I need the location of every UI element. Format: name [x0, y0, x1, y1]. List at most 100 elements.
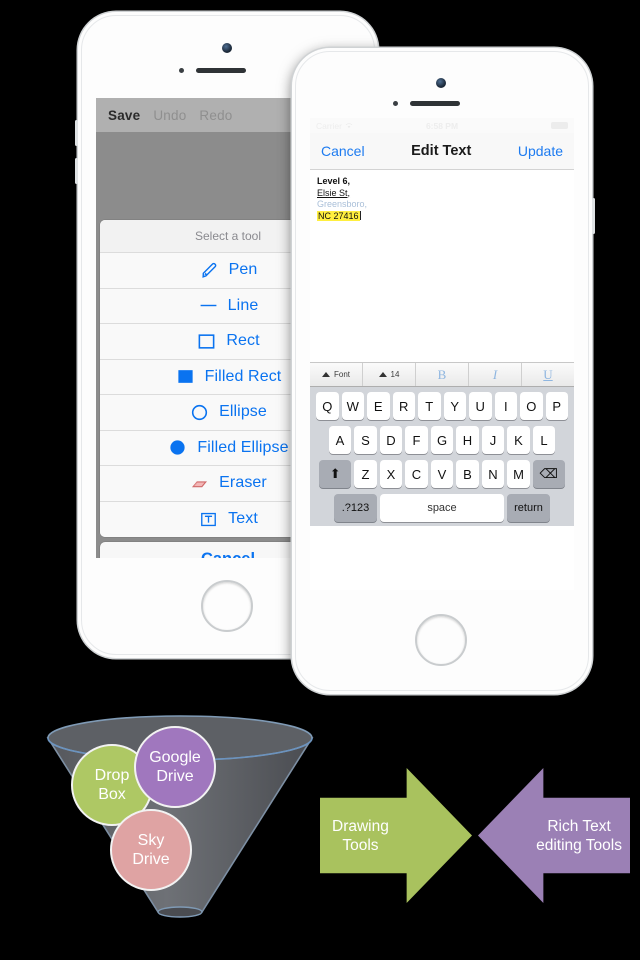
- tool-option-label: Line: [227, 296, 259, 314]
- key-r[interactable]: R: [392, 392, 415, 420]
- key-m[interactable]: M: [507, 460, 530, 488]
- right-phone-earpiece-speaker: [410, 101, 460, 106]
- drawing-tools-arrow-text: Drawing Tools: [332, 817, 389, 855]
- rich-text-tools-arrow-text: Rich Text editing Tools: [536, 817, 622, 855]
- key-t[interactable]: T: [418, 392, 441, 420]
- key-n[interactable]: N: [481, 460, 505, 488]
- keyboard-row-4: .?123 space return: [312, 494, 572, 522]
- key-p[interactable]: P: [545, 392, 568, 420]
- bubble-google-drive[interactable]: Google Drive: [134, 726, 216, 808]
- line-icon: [198, 295, 219, 316]
- filled-rect-icon: [175, 366, 196, 387]
- key-a[interactable]: A: [328, 426, 352, 454]
- tool-option-label: Rect: [226, 332, 260, 350]
- keyboard-row-1: Q W E R T Y U I O P: [312, 392, 572, 420]
- right-phone-screen: Carrier 6:58 PM Cancel Edit Text Update …: [310, 118, 574, 590]
- editor-line-4: NC 27416: [317, 210, 360, 221]
- redo-button[interactable]: Redo: [199, 108, 232, 123]
- drawing-tools-line1: Drawing: [332, 817, 389, 835]
- tool-option-label: Filled Ellipse: [197, 438, 289, 456]
- key-o[interactable]: O: [520, 392, 543, 420]
- key-c[interactable]: C: [405, 460, 428, 488]
- underline-icon: U: [543, 366, 553, 382]
- drawing-tools-line2: Tools: [342, 836, 379, 854]
- space-key[interactable]: space: [380, 494, 504, 522]
- editor-navigation-bar: Cancel Edit Text Update: [310, 133, 574, 170]
- key-v[interactable]: V: [430, 460, 454, 488]
- keyboard-row-3: ⬆ Z X C V B N M ⌫: [312, 460, 572, 488]
- return-key[interactable]: return: [507, 494, 550, 522]
- save-button[interactable]: Save: [108, 108, 140, 123]
- font-picker-button[interactable]: Font: [310, 363, 363, 386]
- bold-button[interactable]: B: [416, 363, 469, 386]
- bubble-sky-drive-line1: Sky: [137, 832, 165, 849]
- key-g[interactable]: G: [430, 426, 454, 454]
- keyboard-row-2: A S D F G H J K L: [312, 426, 572, 454]
- bubble-dropbox-line1: Drop: [94, 767, 130, 784]
- editor-line-4-wrap: NC 27416: [317, 210, 567, 223]
- key-b[interactable]: B: [456, 460, 479, 488]
- left-phone-volume-up-button[interactable]: [75, 120, 78, 146]
- status-bar: Carrier 6:58 PM: [310, 118, 574, 133]
- left-phone-volume-down-button[interactable]: [75, 158, 78, 184]
- editor-line-2: Elsie St,: [317, 187, 351, 198]
- italic-button[interactable]: I: [469, 363, 522, 386]
- editor-line-1: Level 6,: [317, 176, 351, 186]
- key-y[interactable]: Y: [443, 392, 466, 420]
- key-e[interactable]: E: [367, 392, 390, 420]
- font-size-button[interactable]: 14: [363, 363, 416, 386]
- underline-button[interactable]: U: [522, 363, 574, 386]
- update-button[interactable]: Update: [518, 143, 563, 159]
- bold-icon: B: [437, 366, 447, 382]
- font-size-value: 14: [390, 370, 400, 379]
- right-phone-device: Carrier 6:58 PM Cancel Edit Text Update …: [292, 48, 595, 694]
- key-j[interactable]: J: [481, 426, 505, 454]
- key-k[interactable]: K: [507, 426, 530, 454]
- key-d[interactable]: D: [379, 426, 403, 454]
- cloud-storage-funnel-diagram: Drop Box Google Drive Sky Drive: [40, 700, 320, 922]
- filled-ellipse-icon: [167, 437, 188, 458]
- numbers-key[interactable]: .?123: [334, 494, 377, 522]
- right-phone-proximity-sensor: [393, 101, 398, 106]
- rich-text-line1: Rich Text: [547, 817, 611, 835]
- undo-button[interactable]: Undo: [153, 108, 186, 123]
- key-w[interactable]: W: [341, 392, 364, 420]
- left-phone-proximity-sensor: [179, 68, 184, 73]
- rich-text-tools-arrow: Rich Text editing Tools: [478, 768, 630, 903]
- left-phone-earpiece-speaker: [196, 68, 246, 73]
- key-s[interactable]: S: [354, 426, 377, 454]
- right-phone-front-camera: [436, 78, 446, 88]
- editor-line-2-wrap: Elsie St,: [317, 188, 567, 200]
- rich-text-editor[interactable]: Level 6, Elsie St, Greensboro, NC 27416: [310, 170, 574, 362]
- key-f[interactable]: F: [405, 426, 428, 454]
- italic-icon: I: [492, 366, 498, 382]
- bubble-sky-drive[interactable]: Sky Drive: [110, 809, 192, 891]
- text-caret: [359, 210, 361, 220]
- cancel-button[interactable]: Cancel: [321, 143, 365, 159]
- backspace-key[interactable]: ⌫: [532, 460, 565, 488]
- chevron-up-icon: [321, 372, 330, 377]
- key-u[interactable]: U: [469, 392, 492, 420]
- key-h[interactable]: H: [456, 426, 479, 454]
- rich-text-line2: editing Tools: [536, 836, 622, 854]
- right-phone-home-button[interactable]: [415, 614, 467, 666]
- font-picker-label: Font: [333, 370, 350, 379]
- key-i[interactable]: I: [494, 392, 517, 420]
- tool-option-label: Pen: [228, 261, 258, 279]
- left-phone-home-button[interactable]: [201, 580, 253, 632]
- key-x[interactable]: X: [379, 460, 403, 488]
- eraser-icon: [189, 473, 210, 494]
- text-icon: [198, 509, 219, 530]
- right-phone-power-button[interactable]: [592, 198, 595, 234]
- key-z[interactable]: Z: [354, 460, 377, 488]
- bubble-sky-drive-line2: Drive: [132, 851, 170, 868]
- bubble-dropbox-line2: Box: [98, 786, 126, 803]
- chevron-up-icon: [378, 372, 387, 377]
- key-q[interactable]: Q: [316, 392, 339, 420]
- ellipse-icon: [189, 402, 210, 423]
- bubble-google-drive-line2: Drive: [156, 768, 194, 785]
- status-bar-time: 6:58 PM: [425, 120, 459, 131]
- key-l[interactable]: L: [532, 426, 556, 454]
- shift-key[interactable]: ⬆: [319, 460, 352, 488]
- tool-option-label: Ellipse: [219, 403, 267, 421]
